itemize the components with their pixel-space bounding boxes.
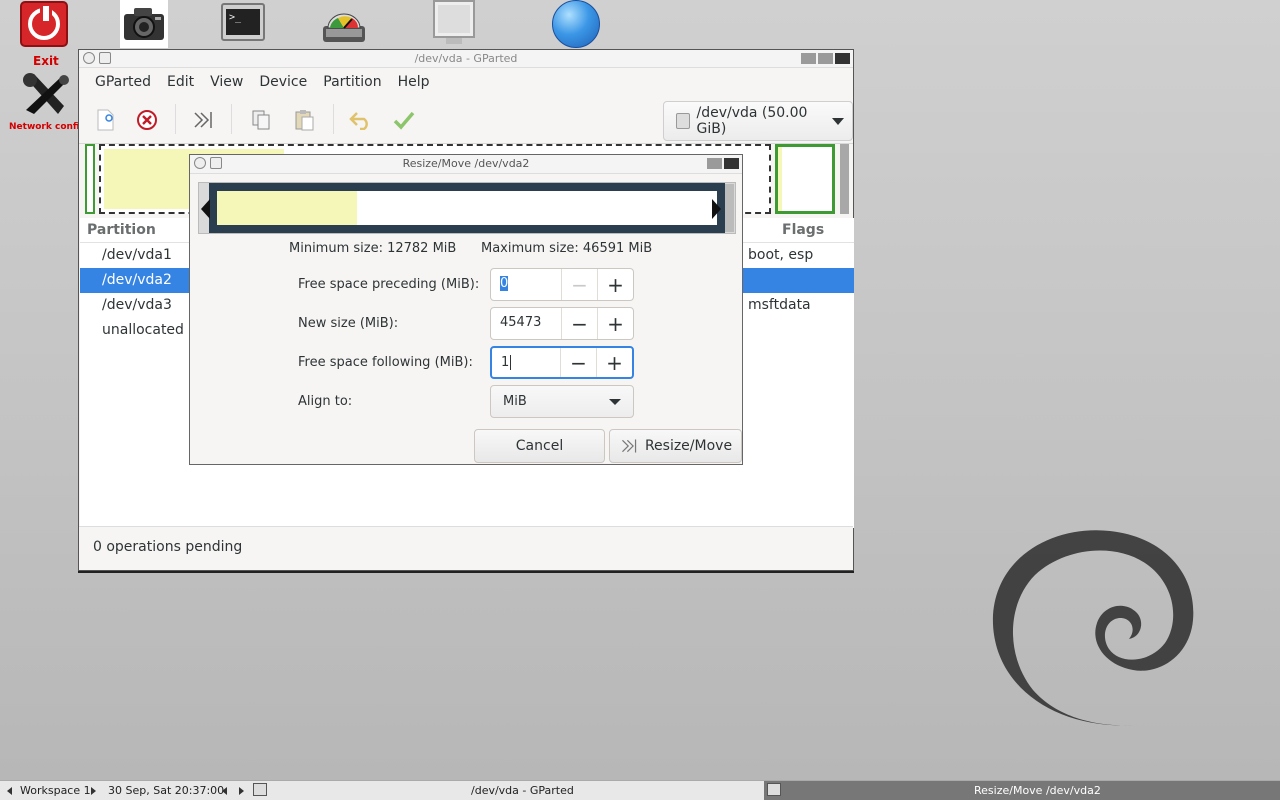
window-titlebar[interactable]: /dev/vda - GParted <box>79 50 853 68</box>
clock: 30 Sep, Sat 20:37:00 <box>108 784 225 797</box>
monitor-icon[interactable] <box>432 0 476 46</box>
gparted-task-icon[interactable] <box>253 783 267 796</box>
resize-move-icon <box>621 439 637 453</box>
chevron-down-icon <box>609 399 621 405</box>
exit-icon[interactable] <box>20 1 68 47</box>
workspace-prev-icon[interactable] <box>7 787 12 795</box>
copy-icon[interactable] <box>249 108 273 132</box>
dialog-titlebar[interactable]: Resize/Move /dev/vda2 <box>190 155 742 174</box>
debian-menu-icon[interactable] <box>83 52 95 64</box>
disk-usage-icon[interactable] <box>322 10 366 44</box>
plus-icon[interactable]: + <box>597 308 633 339</box>
dialog-close-button[interactable] <box>724 158 739 169</box>
new-size-stepper[interactable]: 45473 − + <box>490 307 634 340</box>
chevron-down-icon <box>832 117 844 125</box>
diskmap-vda3[interactable] <box>775 144 835 214</box>
cancel-button[interactable]: Cancel <box>474 429 605 463</box>
plus-icon[interactable]: + <box>596 348 632 377</box>
menu-gparted[interactable]: GParted <box>87 74 159 90</box>
close-button[interactable] <box>835 53 850 64</box>
resize-move-icon[interactable] <box>191 108 215 132</box>
diskmap-vda1[interactable] <box>85 144 95 214</box>
terminal-prompt: >_ <box>226 9 260 35</box>
menu-partition[interactable]: Partition <box>315 74 389 90</box>
row-flags: msftdata <box>748 297 811 313</box>
align-to-value: MiB <box>503 394 527 409</box>
free-following-stepper[interactable]: 1 − + <box>490 346 634 379</box>
minimum-size-label: Minimum size: 12782 MiB <box>289 241 457 256</box>
delete-partition-icon[interactable] <box>135 108 159 132</box>
dialog-task-icon <box>767 783 781 796</box>
dialog-title: Resize/Move /dev/vda2 <box>402 157 530 170</box>
free-preceding-stepper[interactable]: 0 − + <box>490 268 634 301</box>
free-preceding-input[interactable]: 0 <box>491 269 561 300</box>
column-partition[interactable]: Partition <box>87 222 156 238</box>
taskbar: Workspace 1 30 Sep, Sat 20:37:00 /dev/vd… <box>0 780 1280 800</box>
resize-slider[interactable] <box>198 182 736 234</box>
debian-menu-icon[interactable] <box>194 157 206 169</box>
free-preceding-label: Free space preceding (MiB): <box>298 277 480 292</box>
new-partition-icon[interactable] <box>93 108 117 132</box>
row-partition: /dev/vda3 <box>102 297 172 313</box>
workspace-label[interactable]: Workspace 1 <box>20 784 91 797</box>
dialog-maximize-button[interactable] <box>707 158 722 169</box>
workspace-next-icon[interactable] <box>91 787 96 795</box>
row-partition: /dev/vda2 <box>102 272 172 288</box>
row-partition: unallocated <box>102 322 184 338</box>
network-config-icon[interactable] <box>20 72 70 117</box>
task-resize-move-active[interactable]: Resize/Move /dev/vda2 <box>764 781 1280 800</box>
globe-icon[interactable] <box>552 0 600 48</box>
align-to-label: Align to: <box>298 394 353 409</box>
used-space-fill <box>217 191 357 225</box>
device-selector[interactable]: /dev/vda (50.00 GiB) <box>663 101 853 141</box>
window-app-icon <box>99 52 111 64</box>
new-size-label: New size (MiB): <box>298 316 399 331</box>
free-following-input[interactable]: 1 <box>492 348 560 377</box>
task-prev-icon[interactable] <box>222 787 227 795</box>
window-title: /dev/vda - GParted <box>414 52 518 65</box>
free-following-label: Free space following (MiB): <box>298 355 473 370</box>
camera-icon[interactable] <box>120 0 168 48</box>
debian-swirl-logo <box>992 530 1194 726</box>
partition-frame[interactable] <box>209 183 725 233</box>
minimize-button[interactable] <box>801 53 816 64</box>
minus-icon[interactable]: − <box>560 348 596 377</box>
task-next-icon[interactable] <box>239 787 244 795</box>
menubar: GParted Edit View Device Partition Help <box>79 68 853 96</box>
left-resize-handle-icon[interactable] <box>201 199 210 219</box>
minus-icon[interactable]: − <box>561 269 597 300</box>
right-resize-handle-icon[interactable] <box>712 199 721 219</box>
terminal-icon[interactable]: >_ <box>221 3 265 41</box>
statusbar: 0 operations pending <box>79 526 853 570</box>
task-gparted[interactable]: /dev/vda - GParted <box>471 784 574 797</box>
dialog-app-icon <box>210 157 222 169</box>
resize-move-button[interactable]: Resize/Move <box>609 429 742 463</box>
harddisk-icon <box>676 113 691 129</box>
toolbar: /dev/vda (50.00 GiB) <box>79 96 853 144</box>
new-size-input[interactable]: 45473 <box>491 308 561 339</box>
maximize-button[interactable] <box>818 53 833 64</box>
minus-icon[interactable]: − <box>561 308 597 339</box>
menu-help[interactable]: Help <box>390 74 438 90</box>
diskmap-unallocated[interactable] <box>840 144 849 214</box>
undo-icon[interactable] <box>349 108 373 132</box>
exit-label[interactable]: Exit <box>33 54 59 68</box>
maximum-size-label: Maximum size: 46591 MiB <box>481 241 653 256</box>
row-flags: boot, esp <box>748 247 814 263</box>
resize-move-dialog: Resize/Move /dev/vda2 Minimum size: 1278… <box>189 154 743 465</box>
menu-device[interactable]: Device <box>251 74 315 90</box>
column-flags[interactable]: Flags <box>782 222 824 238</box>
menu-edit[interactable]: Edit <box>159 74 202 90</box>
task-resize-move: Resize/Move /dev/vda2 <box>974 784 1101 797</box>
menu-view[interactable]: View <box>202 74 251 90</box>
apply-icon[interactable] <box>392 108 416 132</box>
free-space-handle[interactable] <box>725 184 734 232</box>
paste-icon[interactable] <box>292 108 316 132</box>
device-selector-label: /dev/vda (50.00 GiB) <box>696 105 808 137</box>
network-config-label[interactable]: Network confi <box>9 122 80 132</box>
row-partition: /dev/vda1 <box>102 247 172 263</box>
align-to-select[interactable]: MiB <box>490 385 634 418</box>
status-text: 0 operations pending <box>93 539 243 555</box>
plus-icon[interactable]: + <box>597 269 633 300</box>
